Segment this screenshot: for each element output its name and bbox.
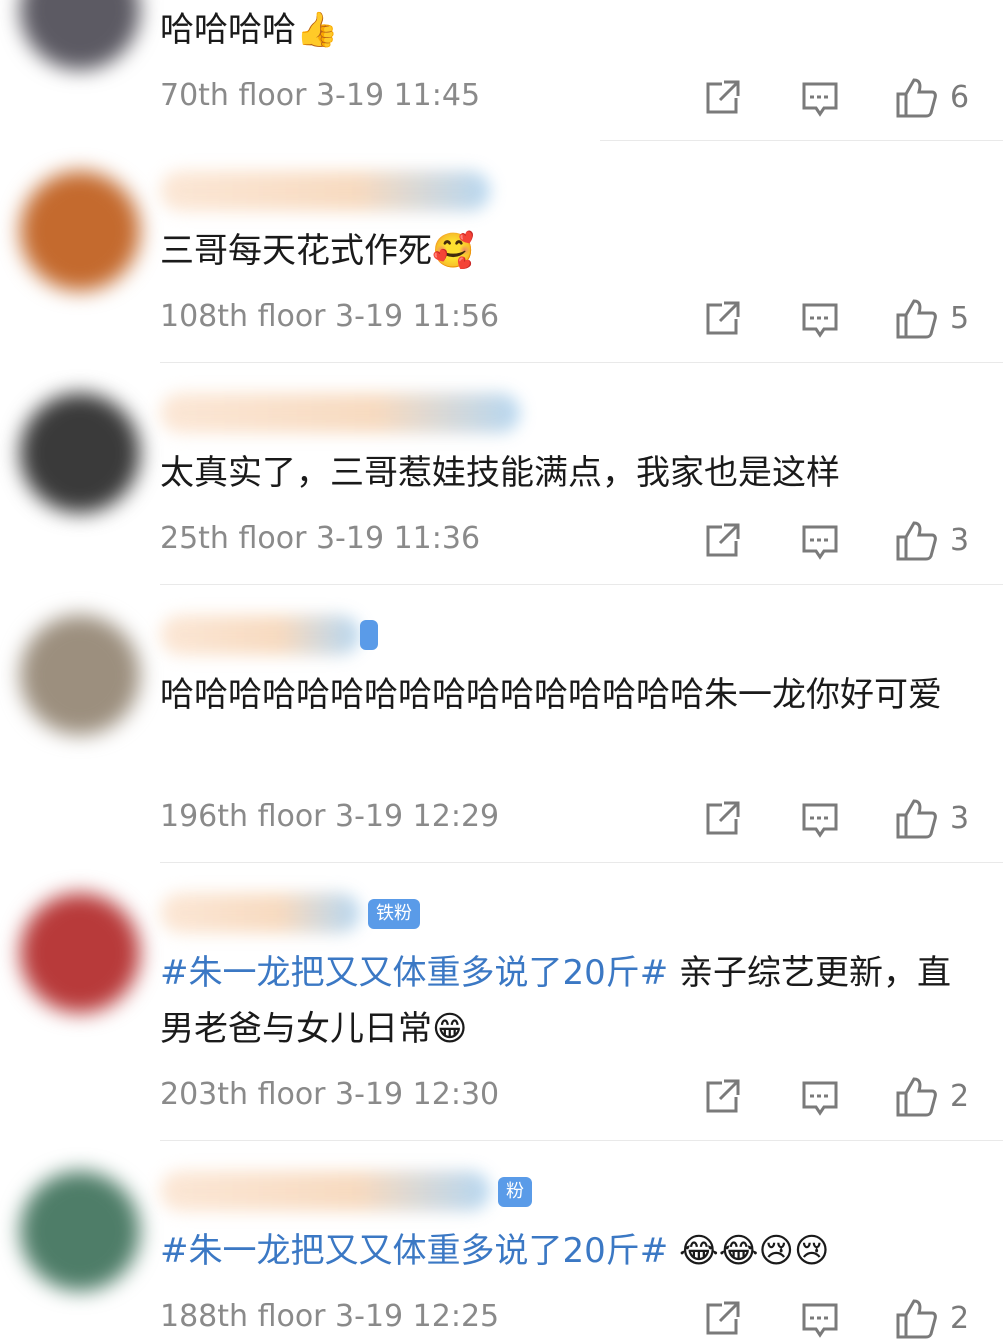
reply-icon[interactable] bbox=[798, 76, 842, 120]
like-icon[interactable] bbox=[894, 797, 938, 841]
floor-timestamp: 203th floor 3-19 12:30 bbox=[160, 1077, 500, 1112]
comment-actions: 3 bbox=[700, 519, 990, 563]
fan-badge: 铁粉 bbox=[368, 899, 420, 929]
reply-icon[interactable] bbox=[798, 519, 842, 563]
reply-icon[interactable] bbox=[798, 1075, 842, 1119]
avatar[interactable] bbox=[20, 0, 140, 70]
like-icon[interactable] bbox=[894, 297, 938, 341]
like-icon[interactable] bbox=[894, 76, 938, 120]
avatar[interactable] bbox=[20, 171, 140, 291]
floor-timestamp: 188th floor 3-19 12:25 bbox=[160, 1299, 500, 1334]
divider bbox=[160, 362, 1003, 363]
like-count: 2 bbox=[950, 1301, 970, 1336]
reply-icon[interactable] bbox=[798, 797, 842, 841]
reply-icon[interactable] bbox=[798, 1297, 842, 1341]
username-blurred[interactable] bbox=[160, 893, 360, 933]
avatar[interactable] bbox=[20, 615, 140, 735]
username-blurred[interactable] bbox=[160, 171, 490, 211]
divider bbox=[160, 862, 1003, 863]
like-count: 5 bbox=[950, 301, 970, 336]
comment-text: #朱一龙把又又体重多说了20斤# 亲子综艺更新，直男老爸与女儿日常😁 bbox=[160, 945, 980, 1057]
share-icon[interactable] bbox=[700, 797, 744, 841]
fan-badge bbox=[360, 620, 378, 650]
like-count: 6 bbox=[950, 80, 970, 115]
avatar[interactable] bbox=[20, 1171, 140, 1291]
comment-body: 😂😂😢😢 bbox=[668, 1231, 830, 1271]
like-count: 3 bbox=[950, 523, 970, 558]
reply-icon[interactable] bbox=[798, 297, 842, 341]
username-blurred[interactable] bbox=[160, 393, 520, 433]
share-icon[interactable] bbox=[700, 519, 744, 563]
avatar[interactable] bbox=[20, 393, 140, 513]
comment-text: #朱一龙把又又体重多说了20斤# 😂😂😢😢 bbox=[160, 1223, 980, 1279]
divider bbox=[600, 140, 1003, 141]
floor-timestamp: 25th floor 3-19 11:36 bbox=[160, 521, 481, 556]
hashtag-link[interactable]: #朱一龙把又又体重多说了20斤# bbox=[160, 1231, 668, 1271]
share-icon[interactable] bbox=[700, 76, 744, 120]
fan-badge: 粉 bbox=[498, 1177, 532, 1207]
floor-timestamp: 108th floor 3-19 11:56 bbox=[160, 299, 500, 334]
username-blurred[interactable] bbox=[160, 1171, 490, 1211]
comment-actions: 3 bbox=[700, 797, 990, 841]
like-icon[interactable] bbox=[894, 1297, 938, 1341]
like-icon[interactable] bbox=[894, 519, 938, 563]
comment-text: 哈哈哈哈👍 bbox=[160, 10, 339, 50]
hashtag-link[interactable]: #朱一龙把又又体重多说了20斤# bbox=[160, 953, 668, 993]
floor-timestamp: 196th floor 3-19 12:29 bbox=[160, 799, 500, 834]
comment-text: 哈哈哈哈哈哈哈哈哈哈哈哈哈哈哈哈朱一龙你好可爱 bbox=[160, 675, 942, 715]
divider bbox=[160, 1140, 1003, 1141]
username-blurred[interactable] bbox=[160, 615, 360, 655]
comment-text: 太真实了，三哥惹娃技能满点，我家也是这样 bbox=[160, 453, 840, 493]
like-icon[interactable] bbox=[894, 1075, 938, 1119]
like-count: 3 bbox=[950, 801, 970, 836]
avatar[interactable] bbox=[20, 893, 140, 1013]
divider bbox=[160, 584, 1003, 585]
floor-timestamp: 70th floor 3-19 11:45 bbox=[160, 78, 481, 113]
comment-actions: 5 bbox=[700, 297, 990, 341]
comment-actions: 2 bbox=[700, 1297, 990, 1341]
comment-actions: 6 bbox=[700, 76, 990, 120]
comment-actions: 2 bbox=[700, 1075, 990, 1119]
share-icon[interactable] bbox=[700, 1075, 744, 1119]
share-icon[interactable] bbox=[700, 297, 744, 341]
comment-text: 三哥每天花式作死🥰 bbox=[160, 231, 475, 271]
like-count: 2 bbox=[950, 1079, 970, 1114]
share-icon[interactable] bbox=[700, 1297, 744, 1341]
